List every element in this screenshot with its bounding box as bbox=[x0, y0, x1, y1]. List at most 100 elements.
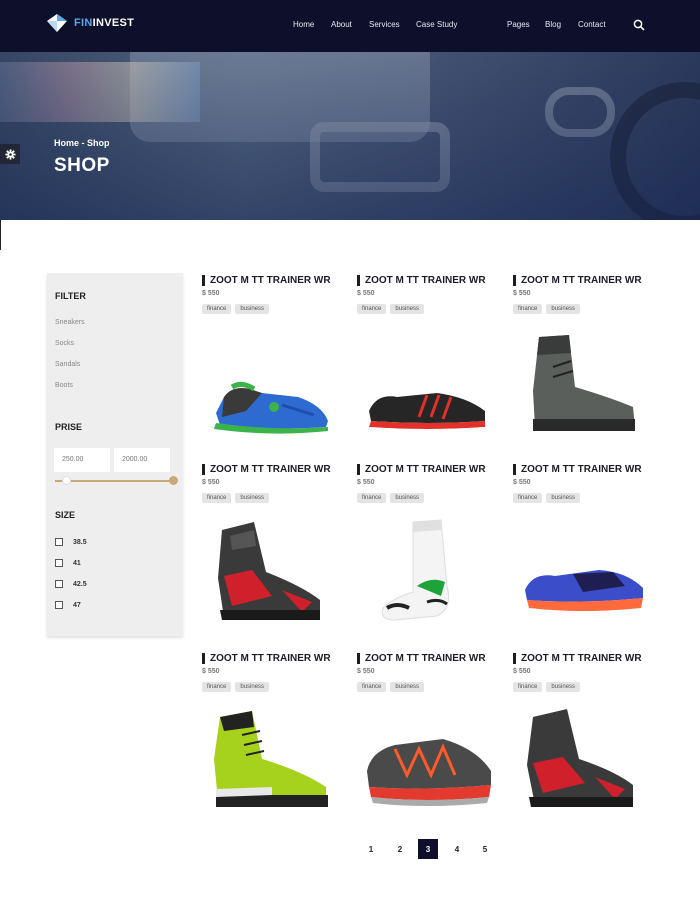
price-slider-min-handle[interactable] bbox=[62, 476, 71, 485]
product-image[interactable] bbox=[357, 327, 507, 437]
left-edge-line bbox=[0, 220, 1, 250]
product-name[interactable]: ZOOT M TT TRAINER WR bbox=[513, 275, 642, 286]
product-tag[interactable]: finance bbox=[357, 304, 387, 314]
size-option[interactable]: 42.5 bbox=[55, 580, 87, 588]
product-tag[interactable]: business bbox=[390, 682, 425, 692]
product-image[interactable] bbox=[202, 705, 352, 815]
size-checkbox[interactable] bbox=[55, 601, 63, 609]
filter-category-sneakers[interactable]: Sneakers bbox=[55, 319, 85, 326]
product-price: $ 550 bbox=[202, 668, 220, 675]
filter-sidebar: FILTER Sneakers Socks Sandals Boots PRIS… bbox=[47, 273, 183, 636]
search-icon[interactable] bbox=[633, 18, 645, 36]
size-label: 47 bbox=[73, 601, 81, 609]
size-heading: SIZE bbox=[55, 510, 76, 520]
size-option[interactable]: 38.5 bbox=[55, 538, 87, 546]
product-name[interactable]: ZOOT M TT TRAINER WR bbox=[202, 464, 331, 475]
size-checkbox[interactable] bbox=[55, 559, 63, 567]
nav-case-study[interactable]: Case Study bbox=[416, 20, 457, 29]
gear-icon bbox=[4, 148, 16, 160]
price-max-input[interactable]: 2000.00 bbox=[114, 448, 170, 472]
settings-toggle-button[interactable] bbox=[0, 144, 20, 164]
product-tag[interactable]: finance bbox=[202, 493, 232, 503]
product-card[interactable]: ZOOT M TT TRAINER WR $ 550 finance busine… bbox=[357, 653, 507, 833]
size-option[interactable]: 47 bbox=[55, 601, 81, 609]
size-label: 38.5 bbox=[73, 538, 87, 546]
product-tag[interactable]: business bbox=[235, 493, 270, 503]
product-tag[interactable]: finance bbox=[513, 304, 543, 314]
product-tag[interactable]: business bbox=[390, 304, 425, 314]
page-3-link-current[interactable]: 3 bbox=[418, 839, 438, 859]
page-title: SHOP bbox=[54, 155, 110, 176]
product-tag[interactable]: finance bbox=[357, 682, 387, 692]
product-price: $ 550 bbox=[357, 479, 375, 486]
nav-about[interactable]: About bbox=[331, 20, 352, 29]
product-tag[interactable]: business bbox=[546, 682, 581, 692]
product-price: $ 550 bbox=[357, 290, 375, 297]
product-name[interactable]: ZOOT M TT TRAINER WR bbox=[357, 275, 486, 286]
product-tag[interactable]: finance bbox=[202, 682, 232, 692]
filter-heading: FILTER bbox=[55, 291, 86, 301]
product-card[interactable]: ZOOT M TT TRAINER WR $ 550 finance busine… bbox=[513, 653, 663, 833]
product-image[interactable] bbox=[513, 705, 663, 815]
product-tag[interactable]: finance bbox=[513, 493, 543, 503]
nav-home[interactable]: Home bbox=[293, 20, 314, 29]
product-price: $ 550 bbox=[202, 290, 220, 297]
product-price: $ 550 bbox=[513, 479, 531, 486]
size-checkbox[interactable] bbox=[55, 580, 63, 588]
product-tag[interactable]: finance bbox=[357, 493, 387, 503]
size-label: 41 bbox=[73, 559, 81, 567]
product-image[interactable] bbox=[513, 516, 663, 626]
product-name[interactable]: ZOOT M TT TRAINER WR bbox=[202, 653, 331, 664]
product-tag[interactable]: business bbox=[546, 493, 581, 503]
product-name[interactable]: ZOOT M TT TRAINER WR bbox=[357, 653, 486, 664]
product-tag[interactable]: business bbox=[546, 304, 581, 314]
product-card[interactable]: ZOOT M TT TRAINER WR $ 550 finance busine… bbox=[357, 464, 507, 644]
diamond-logo-icon bbox=[47, 14, 67, 32]
product-tag[interactable]: business bbox=[235, 304, 270, 314]
nav-services[interactable]: Services bbox=[369, 20, 400, 29]
filter-category-socks[interactable]: Socks bbox=[55, 340, 74, 347]
size-option[interactable]: 41 bbox=[55, 559, 81, 567]
product-tag[interactable]: finance bbox=[513, 682, 543, 692]
product-name[interactable]: ZOOT M TT TRAINER WR bbox=[513, 464, 642, 475]
product-price: $ 550 bbox=[513, 668, 531, 675]
product-name[interactable]: ZOOT M TT TRAINER WR bbox=[202, 275, 331, 286]
nav-contact[interactable]: Contact bbox=[578, 20, 606, 29]
breadcrumb[interactable]: Home - Shop bbox=[54, 138, 110, 148]
product-image[interactable] bbox=[202, 516, 352, 626]
nav-blog[interactable]: Blog bbox=[545, 20, 561, 29]
nav-pages[interactable]: Pages bbox=[507, 20, 530, 29]
product-tag[interactable]: business bbox=[235, 682, 270, 692]
size-checkbox[interactable] bbox=[55, 538, 63, 546]
product-card[interactable]: ZOOT M TT TRAINER WR $ 550 finance busine… bbox=[513, 464, 663, 644]
product-card[interactable]: ZOOT M TT TRAINER WR $ 550 finance busine… bbox=[202, 464, 352, 644]
product-name[interactable]: ZOOT M TT TRAINER WR bbox=[357, 464, 486, 475]
product-price: $ 550 bbox=[513, 290, 531, 297]
product-price: $ 550 bbox=[357, 668, 375, 675]
hero-banner: Home - Shop SHOP bbox=[0, 52, 700, 220]
product-card[interactable]: ZOOT M TT TRAINER WR $ 550 finance busine… bbox=[513, 275, 663, 455]
product-tag[interactable]: business bbox=[390, 493, 425, 503]
page-4-link[interactable]: 4 bbox=[447, 839, 467, 859]
brand-logo[interactable]: FININVEST bbox=[46, 13, 134, 33]
product-name[interactable]: ZOOT M TT TRAINER WR bbox=[513, 653, 642, 664]
page-2-link[interactable]: 2 bbox=[390, 839, 410, 859]
product-card[interactable]: ZOOT M TT TRAINER WR $ 550 finance busine… bbox=[357, 275, 507, 455]
size-label: 42.5 bbox=[73, 580, 87, 588]
filter-category-sandals[interactable]: Sandals bbox=[55, 361, 80, 368]
filter-category-boots[interactable]: Boots bbox=[55, 382, 73, 389]
product-card[interactable]: ZOOT M TT TRAINER WR $ 550 finance busine… bbox=[202, 275, 352, 455]
page-5-link[interactable]: 5 bbox=[475, 839, 495, 859]
product-image[interactable] bbox=[202, 327, 352, 437]
product-tag[interactable]: finance bbox=[202, 304, 232, 314]
price-heading: PRISE bbox=[55, 422, 83, 432]
price-range-slider[interactable] bbox=[55, 480, 174, 482]
price-min-input[interactable]: 250.00 bbox=[54, 448, 110, 472]
product-image[interactable] bbox=[513, 327, 663, 437]
product-price: $ 550 bbox=[202, 479, 220, 486]
price-slider-max-handle[interactable] bbox=[169, 476, 178, 485]
product-image[interactable] bbox=[357, 516, 507, 626]
page-1-link[interactable]: 1 bbox=[361, 839, 381, 859]
product-card[interactable]: ZOOT M TT TRAINER WR $ 550 finance busine… bbox=[202, 653, 352, 833]
product-image[interactable] bbox=[357, 705, 507, 815]
